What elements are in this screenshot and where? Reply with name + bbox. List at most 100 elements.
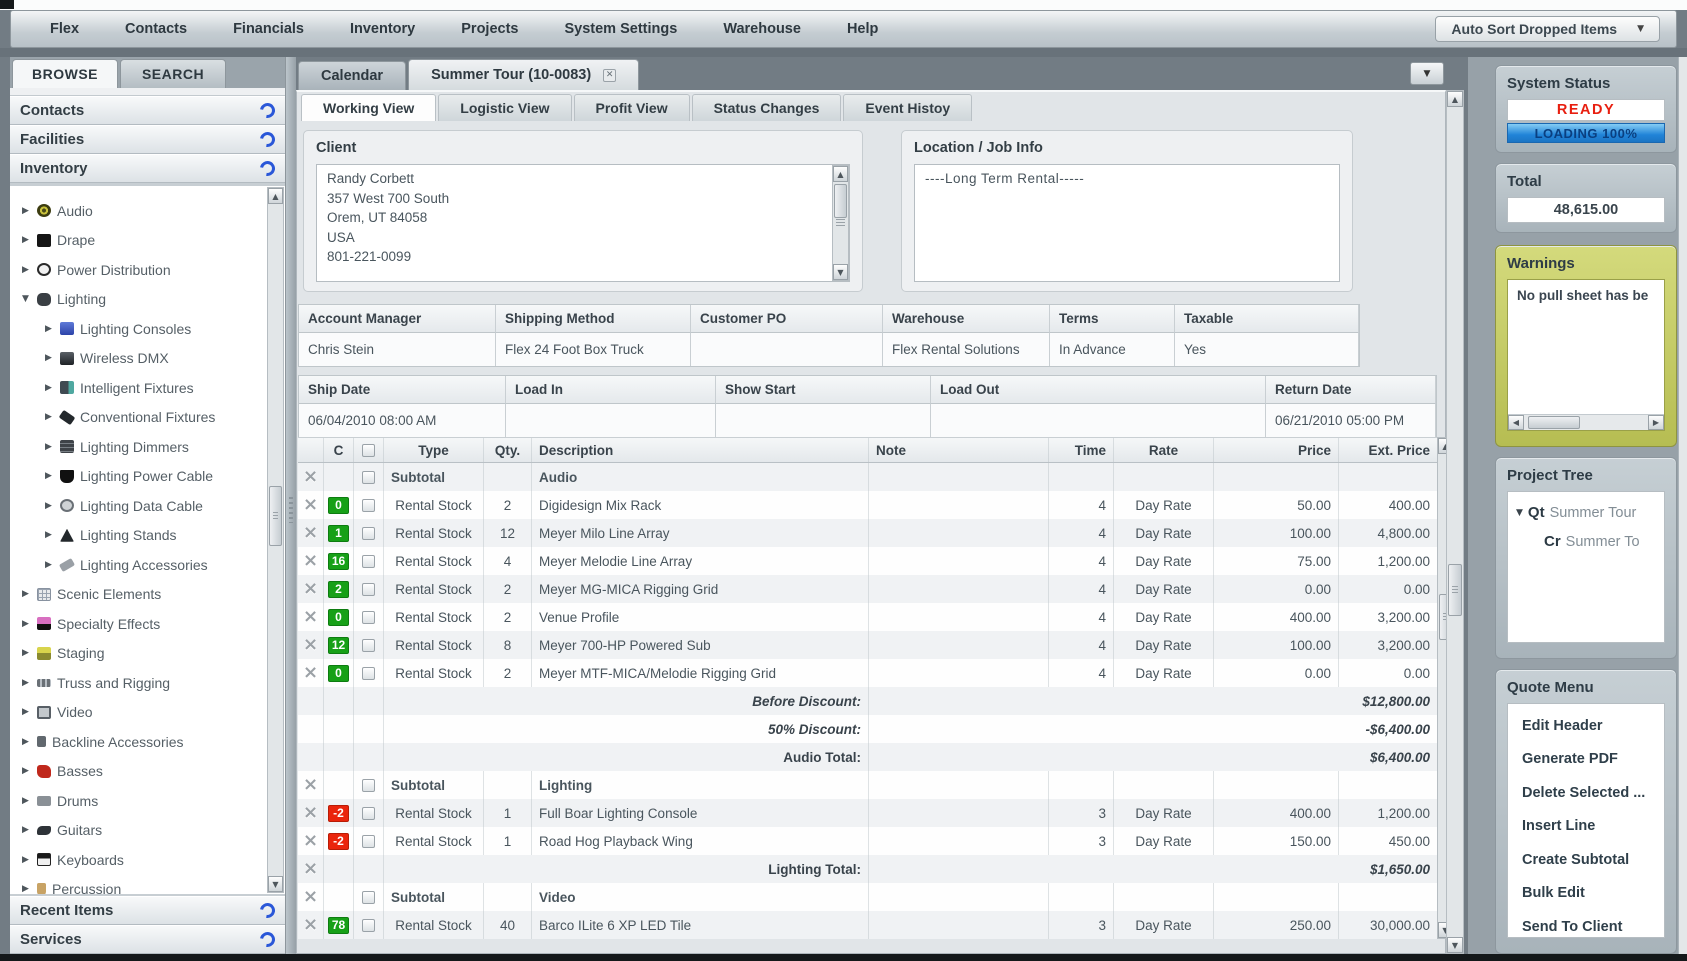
field-value-load-in[interactable] [506, 404, 716, 437]
tree-scrollbar-track[interactable] [268, 204, 283, 876]
field-value-customer-po[interactable] [691, 333, 883, 366]
menu-item-inventory[interactable]: Inventory [327, 21, 438, 37]
chevron-expanded-icon[interactable]: ▼ [20, 294, 31, 304]
row-checkbox[interactable] [362, 919, 375, 932]
chevron-collapsed-icon[interactable]: ▶ [20, 737, 31, 747]
chevron-collapsed-icon[interactable]: ▶ [20, 884, 31, 894]
scroll-down-icon[interactable]: ▼ [1447, 937, 1463, 953]
field-value-taxable[interactable]: Yes [1175, 333, 1359, 366]
delete-icon[interactable]: × [303, 888, 318, 906]
line-item-row[interactable]: ×78Rental Stock40Barco ILite 6 XP LED Ti… [298, 911, 1437, 939]
field-value-load-out[interactable] [931, 404, 1266, 437]
line-item-row[interactable]: 50% Discount:-$6,400.00 [298, 715, 1437, 743]
tree-item-lighting-accessories[interactable]: ▶Lighting Accessories [10, 550, 285, 580]
chevron-collapsed-icon[interactable]: ▶ [43, 442, 54, 452]
line-item-row[interactable]: ×SubtotalAudio [298, 463, 1437, 491]
delete-icon[interactable]: × [303, 524, 318, 542]
tree-item-lighting-data-cable[interactable]: ▶Lighting Data Cable [10, 491, 285, 521]
tree-item-staging[interactable]: ▶Staging [10, 639, 285, 669]
select-all-checkbox[interactable] [362, 444, 375, 457]
line-item-row[interactable]: Before Discount:$12,800.00 [298, 687, 1437, 715]
scroll-up-icon[interactable]: ▲ [1447, 91, 1463, 107]
accordion-services[interactable]: Services [10, 925, 285, 954]
field-value-show-start[interactable] [716, 404, 931, 437]
menu-item-financials[interactable]: Financials [210, 21, 327, 37]
delete-icon[interactable]: × [303, 804, 318, 822]
delete-icon[interactable]: × [303, 608, 318, 626]
line-item-row[interactable]: ×12Rental Stock8Meyer 700-HP Powered Sub… [298, 631, 1437, 659]
project-tree-item-summer-to[interactable]: CrSummer To [1544, 533, 1656, 550]
scroll-right-icon[interactable]: ▶ [1648, 415, 1664, 430]
menu-item-help[interactable]: Help [824, 21, 901, 37]
tree-item-lighting-power-cable[interactable]: ▶Lighting Power Cable [10, 462, 285, 492]
chevron-collapsed-icon[interactable]: ▶ [20, 206, 31, 216]
line-item-row[interactable]: ×-2Rental Stock1Road Hog Playback Wing3D… [298, 827, 1437, 855]
delete-icon[interactable]: × [303, 496, 318, 514]
refresh-icon[interactable] [257, 900, 278, 921]
scroll-up-icon[interactable]: ▲ [268, 188, 283, 204]
client-scrollbar-thumb[interactable] [834, 184, 847, 218]
tree-item-keyboards[interactable]: ▶Keyboards [10, 845, 285, 875]
line-item-row[interactable]: ×Lighting Total:$1,650.00 [298, 855, 1437, 883]
right-edge-scrollbar[interactable] [1678, 57, 1687, 954]
view-tab-working-view[interactable]: Working View [301, 94, 436, 121]
view-tab-logistic-view[interactable]: Logistic View [438, 94, 571, 121]
line-item-row[interactable]: ×0Rental Stock2Meyer MTF-MICA/Melodie Ri… [298, 659, 1437, 687]
field-value-shipping-method[interactable]: Flex 24 Foot Box Truck [496, 333, 691, 366]
tree-item-lighting-stands[interactable]: ▶Lighting Stands [10, 521, 285, 551]
row-checkbox[interactable] [362, 779, 375, 792]
quote-menu-item-edit-header[interactable]: Edit Header [1508, 709, 1664, 743]
tree-item-power-distribution[interactable]: ▶Power Distribution [10, 255, 285, 285]
chevron-collapsed-icon[interactable]: ▶ [43, 530, 54, 540]
menu-item-warehouse[interactable]: Warehouse [700, 21, 824, 37]
row-checkbox[interactable] [362, 807, 375, 820]
menu-item-contacts[interactable]: Contacts [102, 21, 210, 37]
quote-menu-item-delete-selected[interactable]: Delete Selected ... [1508, 776, 1664, 810]
client-address-box[interactable]: Randy Corbett357 West 700 SouthOrem, UT … [316, 164, 850, 282]
line-item-row[interactable]: ×2Rental Stock2Meyer MG-MICA Rigging Gri… [298, 575, 1437, 603]
quote-menu-item-insert-line[interactable]: Insert Line [1508, 810, 1664, 844]
chevron-collapsed-icon[interactable]: ▶ [20, 678, 31, 688]
accordion-inventory[interactable]: Inventory [10, 154, 285, 183]
tree-item-audio[interactable]: ▶Audio [10, 196, 285, 226]
project-tree-item-summer-tour[interactable]: ▼QtSummer Tour [1516, 504, 1656, 521]
close-icon[interactable]: ✕ [603, 69, 616, 82]
tree-item-lighting-consoles[interactable]: ▶Lighting Consoles [10, 314, 285, 344]
delete-icon[interactable]: × [303, 636, 318, 654]
chevron-collapsed-icon[interactable]: ▶ [20, 707, 31, 717]
chevron-collapsed-icon[interactable]: ▶ [20, 589, 31, 599]
delete-icon[interactable]: × [303, 468, 318, 486]
tree-item-scenic-elements[interactable]: ▶Scenic Elements [10, 580, 285, 610]
chevron-collapsed-icon[interactable]: ▶ [20, 265, 31, 275]
tree-item-video[interactable]: ▶Video [10, 698, 285, 728]
refresh-icon[interactable] [257, 929, 278, 950]
line-item-row[interactable]: ×1Rental Stock12Meyer Milo Line Array4Da… [298, 519, 1437, 547]
view-tab-event-histoy[interactable]: Event Histoy [843, 94, 972, 121]
tree-scrollbar[interactable]: ▲ ▼ [267, 187, 284, 893]
tree-item-basses[interactable]: ▶Basses [10, 757, 285, 787]
tree-item-percussion[interactable]: ▶Percussion [10, 875, 285, 895]
refresh-icon[interactable] [257, 100, 278, 121]
chevron-collapsed-icon[interactable]: ▶ [43, 412, 54, 422]
tab-browse[interactable]: BROWSE [12, 59, 118, 88]
tab-overflow-dropdown[interactable]: ▼ [1410, 62, 1444, 85]
chevron-collapsed-icon[interactable]: ▶ [20, 796, 31, 806]
menu-item-projects[interactable]: Projects [438, 21, 541, 37]
field-value-return-date[interactable]: 06/21/2010 05:00 PM [1266, 404, 1436, 437]
chevron-collapsed-icon[interactable]: ▶ [20, 648, 31, 658]
scroll-down-icon[interactable]: ▼ [268, 876, 283, 892]
delete-icon[interactable]: × [303, 776, 318, 794]
tree-item-wireless-dmx[interactable]: ▶Wireless DMX [10, 344, 285, 374]
content-scrollbar-track[interactable] [1447, 107, 1463, 937]
line-item-row[interactable]: ×-2Rental Stock1Full Boar Lighting Conso… [298, 799, 1437, 827]
scroll-down-icon[interactable]: ▼ [833, 264, 848, 280]
tree-item-lighting-dimmers[interactable]: ▶Lighting Dimmers [10, 432, 285, 462]
delete-icon[interactable]: × [303, 580, 318, 598]
warnings-scrollbar-thumb[interactable] [1528, 416, 1580, 429]
row-checkbox[interactable] [362, 555, 375, 568]
row-checkbox[interactable] [362, 583, 375, 596]
view-tab-status-changes[interactable]: Status Changes [692, 94, 842, 121]
warnings-scrollbar-track[interactable] [1524, 415, 1648, 430]
field-value-terms[interactable]: In Advance [1050, 333, 1175, 366]
delete-icon[interactable]: × [303, 664, 318, 682]
